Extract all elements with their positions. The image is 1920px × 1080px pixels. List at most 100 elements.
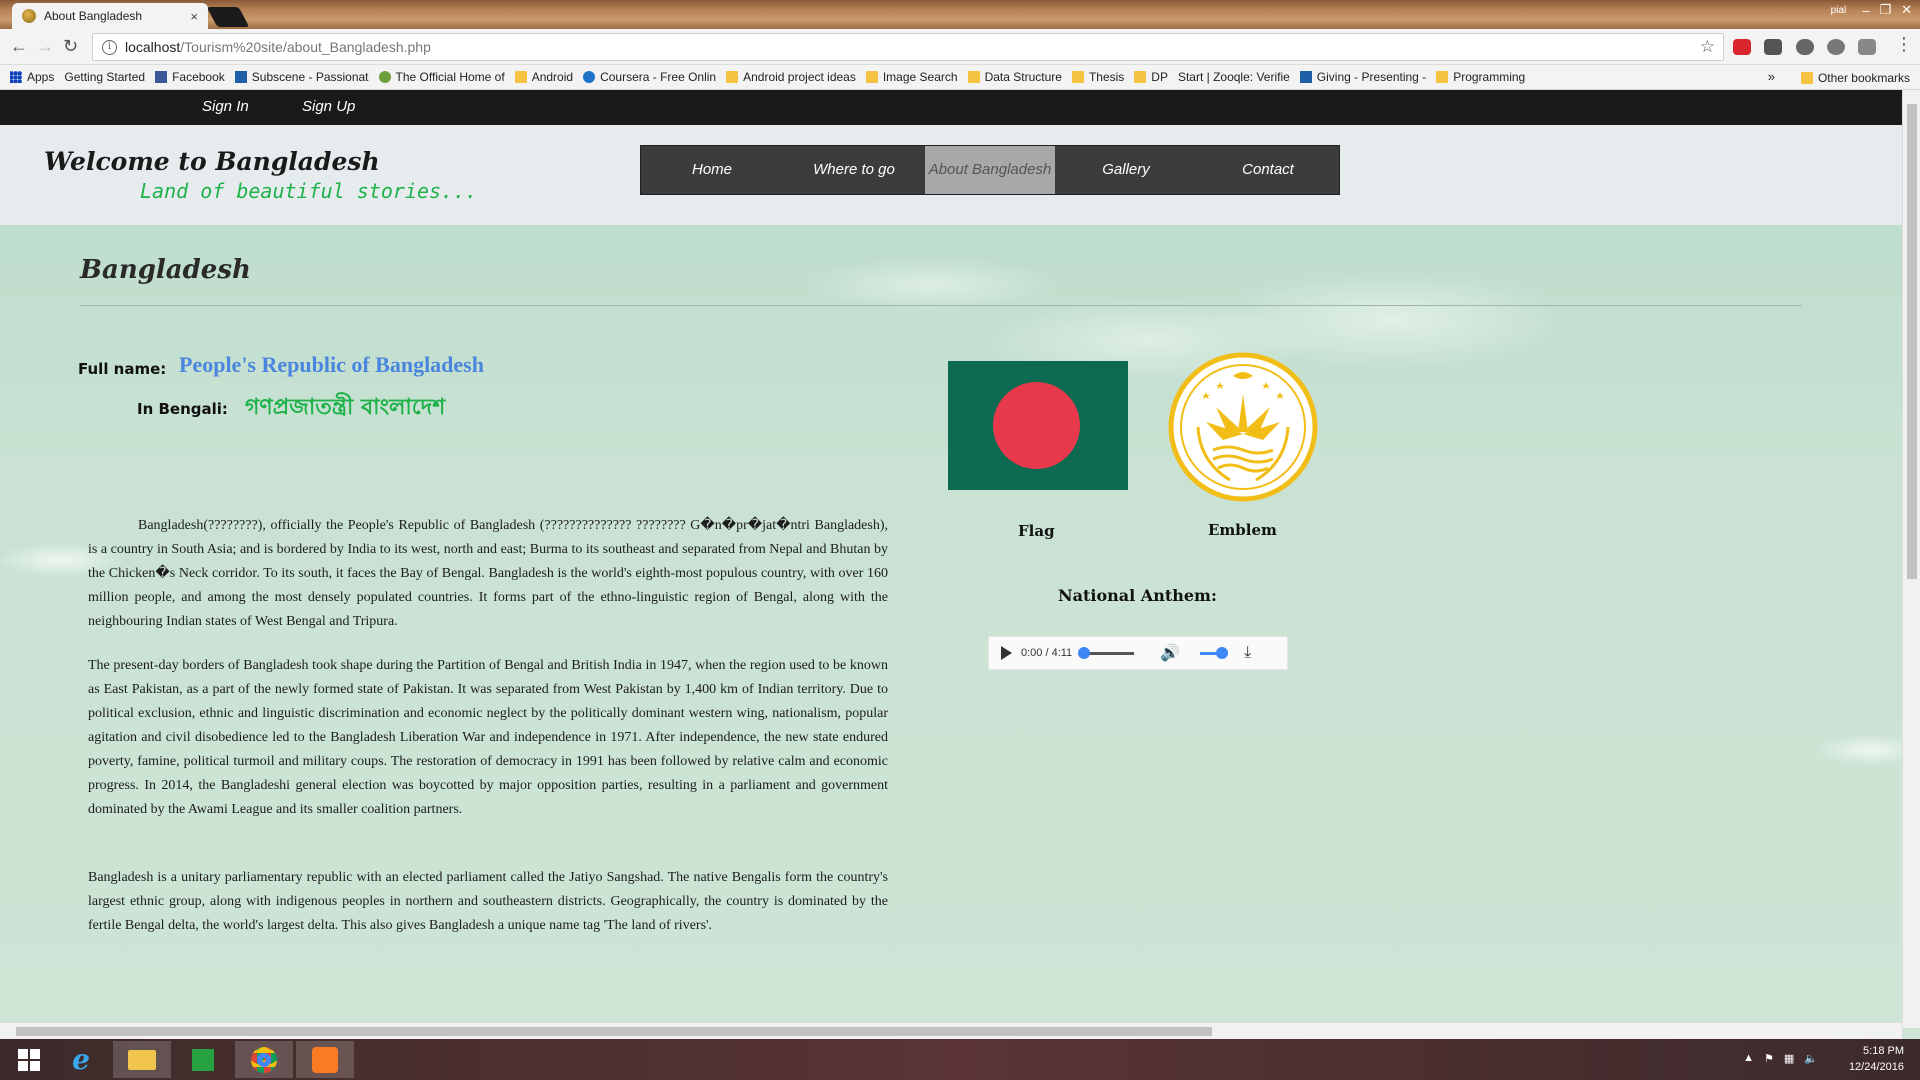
folder-icon bbox=[1071, 71, 1084, 83]
fb-icon bbox=[155, 71, 168, 83]
player-time: 0:00 / 4:11 bbox=[1021, 647, 1073, 659]
government-paragraph: Bangladesh is a unitary parliamentary re… bbox=[88, 870, 888, 933]
sign-in-link[interactable]: Sign In bbox=[202, 98, 249, 115]
intro-paragraph: Bangladesh(????????), officially the Peo… bbox=[88, 518, 888, 629]
bookmark-14[interactable]: Programming bbox=[1436, 70, 1525, 84]
tab-close-icon[interactable]: × bbox=[190, 9, 198, 24]
bookmarks-bar: Apps Getting Started Facebook Subscene - Pa… bbox=[0, 65, 1920, 167]
reload-icon[interactable]: ↻ bbox=[63, 36, 78, 57]
network-icon[interactable]: ▦ bbox=[1784, 1052, 1794, 1065]
nav-home[interactable]: Home bbox=[641, 146, 783, 194]
bookmark-label: Coursera - Free Onlin bbox=[600, 70, 717, 84]
page-title: Bangladesh bbox=[80, 255, 251, 285]
new-tab-button[interactable] bbox=[206, 7, 250, 27]
bengali-name-label: In Bengali: bbox=[137, 400, 228, 418]
folder-icon bbox=[514, 71, 527, 83]
page-viewport: Sign In Sign Up Welcome to Bangladesh La… bbox=[0, 90, 1902, 1028]
xampp-icon[interactable] bbox=[296, 1041, 354, 1078]
file-explorer-icon[interactable] bbox=[113, 1041, 171, 1078]
other-bookmarks[interactable]: Other bookmarks bbox=[1800, 65, 1910, 90]
clock[interactable]: 5:18 PM 12/24/2016 bbox=[1849, 1043, 1904, 1075]
emblem-caption: Emblem bbox=[1208, 521, 1277, 539]
bookmark-2[interactable]: Facebook bbox=[155, 70, 225, 84]
favicon-icon bbox=[22, 9, 36, 23]
chrome-icon[interactable] bbox=[235, 1041, 293, 1078]
emblem-image bbox=[1168, 352, 1318, 502]
bookmark-5[interactable]: Android bbox=[514, 70, 574, 84]
close-window-icon[interactable]: ✕ bbox=[1901, 2, 1912, 18]
bookmark-4[interactable]: The Official Home of bbox=[378, 70, 505, 84]
bookmark-12[interactable]: Start | Zooqle: Verifie bbox=[0, 70, 1290, 167]
tray-arrow-icon[interactable]: ▲ bbox=[1743, 1052, 1754, 1065]
bookmark-label: Facebook bbox=[172, 70, 225, 84]
more-bookmarks-icon[interactable]: » bbox=[1768, 69, 1775, 84]
bookmark-13[interactable]: Giving - Presenting - bbox=[1299, 70, 1427, 84]
restore-icon[interactable]: ❐ bbox=[1879, 2, 1891, 18]
cloud-icon[interactable] bbox=[1796, 39, 1814, 55]
folder-icon bbox=[1436, 71, 1449, 83]
flag-image bbox=[948, 361, 1128, 490]
nav-where-to-go[interactable]: Where to go bbox=[783, 146, 925, 194]
forward-icon[interactable]: → bbox=[36, 36, 54, 57]
address-bar[interactable]: i localhost /Tourism%20site/about_Bangla… bbox=[92, 33, 1724, 61]
profile-name[interactable]: pial bbox=[1831, 5, 1847, 16]
download-icon[interactable]: ⤓ bbox=[1244, 644, 1251, 662]
windows-start-button[interactable] bbox=[0, 1041, 58, 1078]
seek-slider[interactable] bbox=[1078, 646, 1135, 659]
horizontal-scroll-thumb[interactable] bbox=[16, 1027, 1212, 1036]
vertical-scroll-thumb[interactable] bbox=[1907, 104, 1917, 579]
seek-thumb[interactable] bbox=[1078, 646, 1091, 659]
site-info-icon[interactable]: i bbox=[102, 39, 117, 55]
bookmark-1[interactable]: Getting Started bbox=[0, 70, 146, 167]
bookmark-3[interactable]: Subscene - Passionat bbox=[234, 70, 369, 84]
store-icon[interactable] bbox=[174, 1041, 232, 1078]
bookmark-9[interactable]: Data Structure bbox=[967, 70, 1062, 84]
minimize-icon[interactable]: – bbox=[1862, 3, 1869, 18]
divider bbox=[80, 305, 1802, 306]
volume-icon[interactable]: 🔊 bbox=[1160, 643, 1180, 663]
extension-icon[interactable] bbox=[1764, 39, 1782, 55]
tab-title: About Bangladesh bbox=[44, 9, 143, 23]
speaker-icon[interactable]: 🔈 bbox=[1804, 1052, 1818, 1065]
bookmark-label: Apps bbox=[27, 70, 55, 84]
bookmark-0[interactable]: Apps bbox=[10, 70, 54, 84]
site-title: Welcome to Bangladesh bbox=[44, 147, 380, 176]
bookmark-label: The Official Home of bbox=[395, 70, 505, 84]
menu-icon[interactable]: ⋮ bbox=[1895, 34, 1913, 55]
volume-slider[interactable] bbox=[1200, 646, 1229, 659]
bookmark-label: DP bbox=[1151, 70, 1168, 84]
bookmark-11[interactable]: DP bbox=[1134, 70, 1168, 84]
bookmark-label: Android bbox=[531, 70, 574, 84]
clock-date: 12/24/2016 bbox=[1848, 1061, 1904, 1073]
nav-contact[interactable]: Contact bbox=[1197, 146, 1339, 194]
site-tagline: Land of beautiful stories... bbox=[140, 179, 478, 203]
flag-tray-icon[interactable]: ⚑ bbox=[1764, 1052, 1774, 1065]
bookmark-8[interactable]: Image Search bbox=[865, 70, 958, 84]
folder-icon bbox=[1800, 71, 1813, 84]
bookmark-label: Getting Started bbox=[64, 70, 146, 84]
bookmark-label: Giving - Presenting - bbox=[1316, 70, 1427, 84]
bookmark-10[interactable]: Thesis bbox=[1071, 70, 1125, 84]
internet-explorer-icon[interactable]: e bbox=[52, 1041, 110, 1078]
full-name-value: People's Republic of Bangladesh bbox=[179, 352, 484, 377]
other-bookmarks-label: Other bookmarks bbox=[1817, 70, 1910, 85]
nav-about-bangladesh[interactable]: About Bangladesh bbox=[925, 146, 1055, 194]
auth-bar: Sign In Sign Up bbox=[0, 90, 1902, 125]
sign-up-link[interactable]: Sign Up bbox=[302, 98, 355, 115]
main-nav: Home Where to go About Bangladesh Galler… bbox=[640, 145, 1340, 195]
volume-thumb[interactable] bbox=[1216, 646, 1229, 659]
bookmark-7[interactable]: Android project ideas bbox=[726, 70, 856, 84]
adblock-icon[interactable] bbox=[1733, 39, 1751, 55]
nav-gallery[interactable]: Gallery bbox=[1055, 146, 1197, 194]
vertical-scrollbar[interactable] bbox=[1902, 90, 1920, 1028]
browser-tab[interactable]: About Bangladesh × bbox=[12, 3, 208, 29]
bookmark-star-icon[interactable]: ☆ bbox=[1700, 37, 1715, 57]
extension-3-icon[interactable] bbox=[1858, 39, 1876, 55]
extension-2-icon[interactable] bbox=[1827, 39, 1845, 55]
bookmark-label: Thesis bbox=[1088, 70, 1125, 84]
back-icon[interactable]: ← bbox=[10, 36, 28, 57]
play-icon[interactable] bbox=[1001, 646, 1012, 660]
horizontal-scrollbar[interactable] bbox=[0, 1022, 1902, 1039]
bookmark-6[interactable]: Coursera - Free Onlin bbox=[583, 70, 716, 84]
windows-logo-icon bbox=[18, 1048, 40, 1071]
